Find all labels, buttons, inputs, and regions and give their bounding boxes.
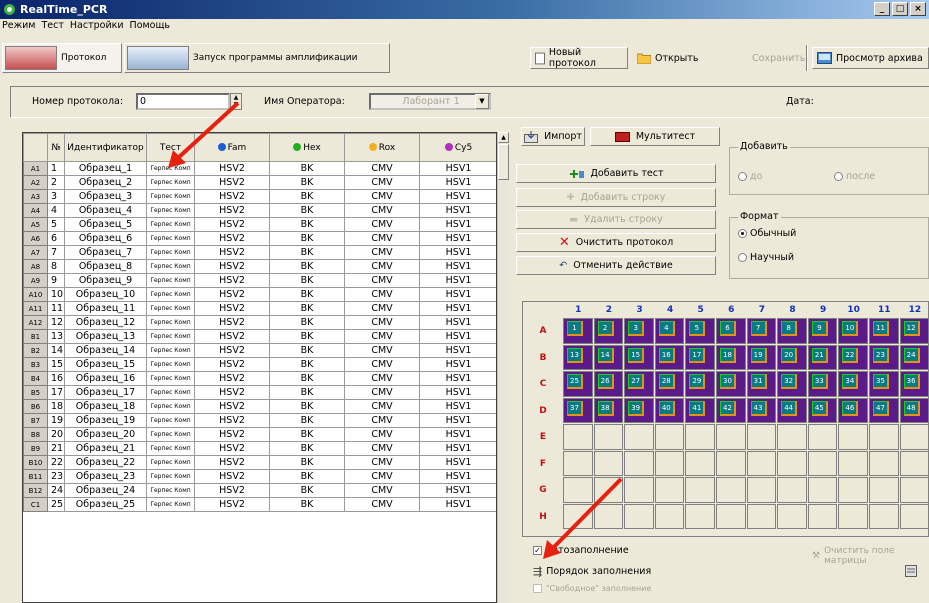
red-arrow-test-column bbox=[168, 101, 240, 168]
annotation-overlay bbox=[168, 101, 623, 559]
red-arrow-autofill bbox=[543, 477, 623, 559]
app-window: RealTime_PCR _ □ × Режим Тест Настройки … bbox=[0, 0, 929, 603]
